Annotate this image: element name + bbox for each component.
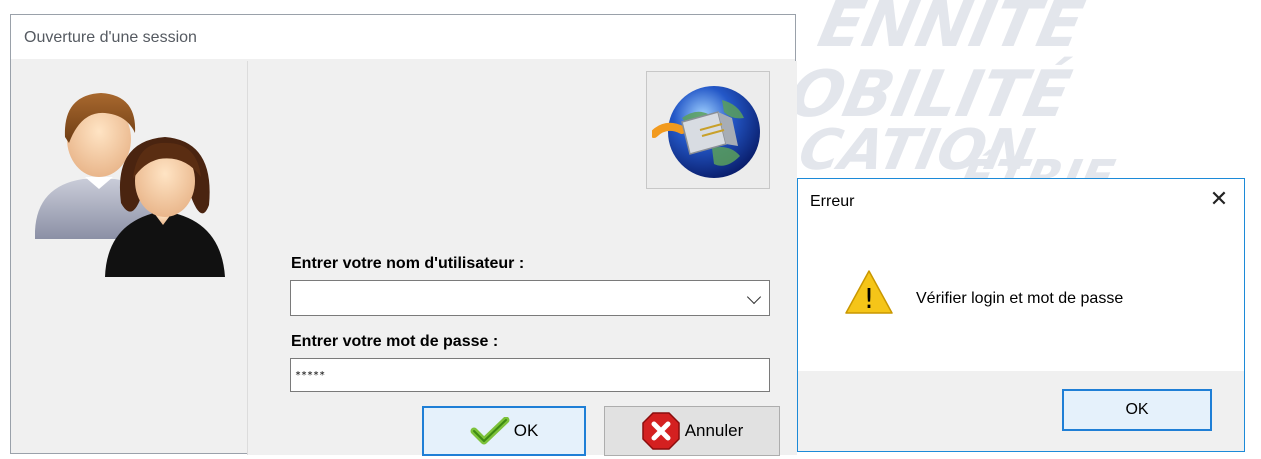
password-input[interactable] [290,358,770,392]
login-window: Ouverture d'une session Entrer votre nom… [10,14,797,456]
network-settings-button[interactable] [646,71,770,189]
ok-button[interactable]: OK [422,406,586,456]
warning-icon: ! [844,269,894,320]
bg-word: ENNITE [812,0,1090,62]
globe-network-plug-icon [652,86,760,178]
error-dialog-title: Erreur [810,193,855,210]
error-message: Vérifier login et mot de passe [916,290,1124,307]
password-label: Entrer votre mot de passe : [291,333,499,350]
warning-glyph: ! [863,282,874,315]
red-x-icon [641,412,680,450]
error-ok-button-label: OK [1125,401,1149,418]
username-label: Entrer votre nom d'utilisateur : [291,255,525,272]
login-titlebar: Ouverture d'une session [11,15,795,59]
checkmark-icon [470,417,510,445]
ok-button-label: OK [513,421,539,440]
username-dropdown[interactable] [290,280,770,316]
error-ok-button[interactable]: OK [1062,389,1212,431]
users-avatar-icon [25,81,231,282]
chevron-down-icon[interactable] [746,289,762,305]
login-form-panel: Entrer votre nom d'utilisateur : Entrer … [247,61,797,456]
close-icon[interactable]: ✕ [1208,189,1230,211]
cancel-button[interactable]: Annuler [604,406,780,456]
error-dialog: Erreur ✕ ! Vérifier login et mot de pass… [797,178,1245,452]
login-window-title: Ouverture d'une session [24,29,197,46]
error-dialog-footer: OK [798,371,1244,451]
cancel-button-label: Annuler [684,421,744,440]
